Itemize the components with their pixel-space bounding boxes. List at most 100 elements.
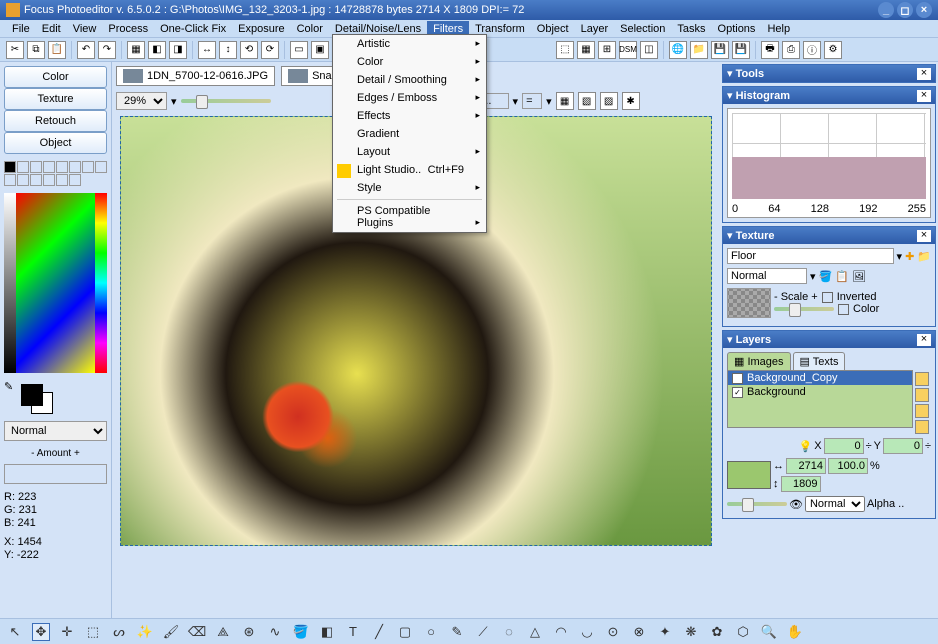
- layer-move-up-icon[interactable]: [915, 372, 929, 386]
- palette-swatches[interactable]: [4, 161, 107, 186]
- browser-icon[interactable]: 🌐: [669, 41, 687, 59]
- menu-help[interactable]: Help: [761, 21, 796, 37]
- layer-width-input[interactable]: [786, 458, 826, 474]
- image-icon[interactable]: 🖼: [852, 270, 866, 283]
- tool-icon[interactable]: ✦: [656, 623, 674, 641]
- bucket-icon[interactable]: 🪣: [819, 270, 833, 283]
- undo-icon[interactable]: ↶: [77, 41, 95, 59]
- eye-icon[interactable]: 👁: [789, 498, 803, 511]
- tool-icon[interactable]: ✱: [622, 92, 640, 110]
- layer-new-icon[interactable]: [915, 404, 929, 418]
- crosshair-tool-icon[interactable]: ✛: [58, 623, 76, 641]
- layer-move-down-icon[interactable]: [915, 388, 929, 402]
- layers-tab-texts[interactable]: ▤ Texts: [793, 352, 846, 370]
- arrow-tool-icon[interactable]: ↖: [6, 623, 24, 641]
- layers-list[interactable]: ✓Background_Copy ✓Background: [727, 370, 913, 428]
- menu-process[interactable]: Process: [102, 21, 154, 37]
- filters-menu-item[interactable]: Edges / Emboss: [333, 89, 486, 107]
- eyedropper-icon[interactable]: ✎: [4, 380, 13, 414]
- maximize-button[interactable]: ◻: [897, 2, 913, 18]
- zoom-slider[interactable]: [181, 99, 271, 103]
- menu-tasks[interactable]: Tasks: [671, 21, 711, 37]
- hand-tool-icon[interactable]: ✋: [786, 623, 804, 641]
- tool-icon[interactable]: ◨: [169, 41, 187, 59]
- gradient-tool-icon[interactable]: ◧: [318, 623, 336, 641]
- tool-icon[interactable]: ↕: [219, 41, 237, 59]
- tool-icon[interactable]: ⬡: [734, 623, 752, 641]
- layer-item[interactable]: ✓Background_Copy: [728, 371, 912, 385]
- close-icon[interactable]: ×: [917, 68, 931, 80]
- left-tab-color[interactable]: Color: [4, 66, 107, 88]
- inverted-checkbox[interactable]: [822, 292, 833, 303]
- left-tab-object[interactable]: Object: [4, 132, 107, 154]
- menu-file[interactable]: File: [6, 21, 36, 37]
- filters-menu-item[interactable]: Artistic: [333, 35, 486, 53]
- grid-icon[interactable]: ⊞: [598, 41, 616, 59]
- tool-icon[interactable]: ⟳: [261, 41, 279, 59]
- layer-item[interactable]: ✓Background: [728, 385, 912, 399]
- open-icon[interactable]: 📁: [690, 41, 708, 59]
- sharpen-tool-icon[interactable]: △: [526, 623, 544, 641]
- lightbulb-icon[interactable]: 💡: [799, 440, 813, 453]
- texture-blend-select[interactable]: Normal: [727, 268, 807, 284]
- copy-icon[interactable]: ⧉: [27, 41, 45, 59]
- color-checkbox[interactable]: [838, 304, 849, 315]
- filters-menu-item[interactable]: Detail / Smoothing: [333, 71, 486, 89]
- menu-edit[interactable]: Edit: [36, 21, 67, 37]
- tool-icon[interactable]: ◧: [148, 41, 166, 59]
- gear-icon[interactable]: ⚙: [824, 41, 842, 59]
- tool-icon[interactable]: ◠: [552, 623, 570, 641]
- fg-bg-color[interactable]: [17, 384, 107, 414]
- layers-tab-images[interactable]: ▦ Images: [727, 352, 791, 370]
- tool-icon[interactable]: ◫: [640, 41, 658, 59]
- scan-icon[interactable]: ⎙: [782, 41, 800, 59]
- menu-color[interactable]: Color: [291, 21, 329, 37]
- filters-menu-item[interactable]: Layout: [333, 143, 486, 161]
- text-tool-icon[interactable]: T: [344, 623, 362, 641]
- lasso-tool-icon[interactable]: ᔕ: [110, 623, 128, 641]
- file-tab[interactable]: 1DN_5700-12-0616.JPG: [116, 66, 275, 86]
- tool-icon[interactable]: ▧: [578, 92, 596, 110]
- tool-icon[interactable]: ▦: [556, 92, 574, 110]
- tool-icon[interactable]: ▦: [127, 41, 145, 59]
- brush-tool-icon[interactable]: 🖌: [162, 623, 180, 641]
- close-icon[interactable]: ×: [917, 230, 931, 242]
- tool-icon[interactable]: ▦: [577, 41, 595, 59]
- wand-tool-icon[interactable]: ✨: [136, 623, 154, 641]
- filters-menu-item[interactable]: Effects: [333, 107, 486, 125]
- blend-mode-select[interactable]: Normal: [4, 421, 107, 441]
- zoom-tool-icon[interactable]: 🔍: [760, 623, 778, 641]
- close-icon[interactable]: ×: [917, 334, 931, 346]
- menu-selection[interactable]: Selection: [614, 21, 671, 37]
- layer-height-input[interactable]: [781, 476, 821, 492]
- layer-x-input[interactable]: [824, 438, 864, 454]
- tool-icon[interactable]: ⬚: [556, 41, 574, 59]
- tool-icon[interactable]: ▨: [600, 92, 618, 110]
- filters-menu-item[interactable]: Style: [333, 179, 486, 197]
- info-icon[interactable]: ⓘ: [803, 41, 821, 59]
- eyedropper-tool-icon[interactable]: ✎: [448, 623, 466, 641]
- alpha-label[interactable]: Alpha ..: [867, 498, 904, 510]
- layer-blend-select[interactable]: Normal: [805, 496, 865, 512]
- close-button[interactable]: ×: [916, 2, 932, 18]
- minimize-button[interactable]: _: [878, 2, 894, 18]
- filters-menu-item[interactable]: PS Compatible Plugins: [333, 202, 486, 232]
- left-tab-retouch[interactable]: Retouch: [4, 110, 107, 132]
- menu-view[interactable]: View: [67, 21, 103, 37]
- redo-icon[interactable]: ↷: [98, 41, 116, 59]
- add-icon[interactable]: ✚: [905, 250, 914, 263]
- tool-icon[interactable]: ⊗: [630, 623, 648, 641]
- tool-icon[interactable]: ❋: [682, 623, 700, 641]
- clone-tool-icon[interactable]: ⟁: [214, 623, 232, 641]
- fill-tool-icon[interactable]: 🪣: [292, 623, 310, 641]
- eraser-tool-icon[interactable]: ⌫: [188, 623, 206, 641]
- filters-menu-dropdown[interactable]: ArtisticColorDetail / SmoothingEdges / E…: [332, 34, 487, 233]
- tool-icon[interactable]: ✿: [708, 623, 726, 641]
- paste-icon[interactable]: 📋: [48, 41, 66, 59]
- paste-icon[interactable]: 📋: [835, 270, 849, 283]
- zoom-dropdown-icon[interactable]: ▾: [171, 95, 177, 108]
- texture-preset-select[interactable]: Floor: [727, 248, 894, 264]
- marquee-tool-icon[interactable]: ⬚: [84, 623, 102, 641]
- menu-oneclickfix[interactable]: One-Click Fix: [154, 21, 232, 37]
- menu-options[interactable]: Options: [712, 21, 762, 37]
